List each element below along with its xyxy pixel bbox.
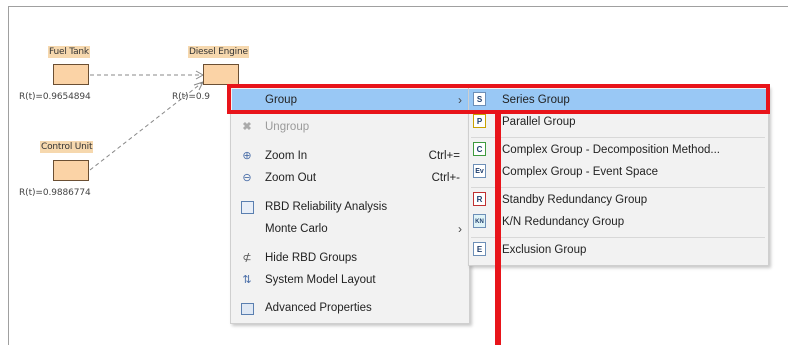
parallel-group-icon: P (473, 114, 486, 128)
menu-item-system-model-layout[interactable]: ⇅ System Model Layout (232, 269, 468, 291)
submenu-item-complex-group-decomposition[interactable]: C Complex Group - Decomposition Method..… (469, 139, 767, 161)
exclusion-group-icon: E (473, 242, 486, 256)
submenu-separator (471, 187, 765, 188)
layout-icon: ⇅ (242, 274, 252, 286)
zoom-out-icon: ⊖ (242, 172, 252, 184)
submenu-item-label: Exclusion Group (502, 244, 587, 256)
menu-item-label: Monte Carlo (265, 223, 328, 235)
menu-item-advanced-properties[interactable]: Advanced Properties (232, 297, 468, 319)
annotation-pointer-line (495, 112, 501, 345)
submenu-item-parallel-group[interactable]: P Parallel Group (469, 111, 767, 133)
submenu-item-label: Parallel Group (502, 116, 576, 128)
submenu-item-label: K/N Redundancy Group (502, 216, 625, 228)
menu-item-label: Hide RBD Groups (265, 252, 358, 264)
control-unit-block[interactable] (53, 160, 89, 181)
submenu-separator (471, 137, 765, 138)
menu-item-label: Zoom Out (265, 172, 317, 184)
menu-item-monte-carlo[interactable]: Monte Carlo › (232, 218, 468, 240)
standby-redundancy-icon: R (473, 192, 486, 206)
menu-item-label: RBD Reliability Analysis (265, 201, 388, 213)
diesel-engine-reliability: R(t)=0.9 (172, 92, 210, 102)
menu-item-label: Ungroup (265, 121, 310, 133)
control-unit-label: Control Unit (40, 141, 94, 153)
submenu-item-label: Complex Group - Decomposition Method... (502, 144, 720, 156)
menu-item-hide-rbd-groups[interactable]: ⊄ Hide RBD Groups (232, 247, 468, 269)
kn-redundancy-icon: KN (473, 214, 486, 228)
submenu-item-label: Standby Redundancy Group (502, 194, 648, 206)
diesel-engine-label: Diesel Engine (188, 46, 249, 58)
analysis-icon (241, 201, 254, 214)
menu-item-zoom-out[interactable]: ⊖ Zoom Out Ctrl+- (232, 167, 468, 189)
submenu-separator (471, 237, 765, 238)
chevron-right-icon: › (458, 222, 462, 236)
menu-item-rbd-reliability-analysis[interactable]: RBD Reliability Analysis (232, 196, 468, 218)
annotation-highlight-box (227, 84, 770, 114)
submenu-item-standby-redundancy-group[interactable]: R Standby Redundancy Group (469, 189, 767, 211)
fuel-tank-reliability: R(t)=0.9654894 (19, 92, 91, 102)
properties-icon (241, 303, 254, 315)
zoom-in-icon: ⊕ (242, 150, 252, 162)
submenu-item-label: Complex Group - Event Space (502, 166, 658, 178)
menu-item-label: Advanced Properties (265, 302, 372, 314)
fuel-tank-label: Fuel Tank (48, 46, 90, 58)
submenu-item-exclusion-group[interactable]: E Exclusion Group (469, 239, 767, 261)
close-icon: ✖ (242, 121, 252, 133)
fuel-tank-block[interactable] (53, 64, 89, 85)
menu-item-shortcut: Ctrl+= (428, 150, 460, 162)
submenu-item-complex-group-event-space[interactable]: Ev Complex Group - Event Space (469, 161, 767, 183)
menu-item-label: System Model Layout (265, 274, 376, 286)
submenu-item-kn-redundancy-group[interactable]: KN K/N Redundancy Group (469, 211, 767, 233)
menu-item-ungroup[interactable]: ✖ Ungroup (232, 116, 468, 138)
complex-group-icon: C (473, 142, 486, 156)
menu-item-zoom-in[interactable]: ⊕ Zoom In Ctrl+= (232, 145, 468, 167)
menu-item-shortcut: Ctrl+- (431, 172, 460, 184)
hide-groups-icon: ⊄ (242, 252, 252, 264)
menu-item-label: Zoom In (265, 150, 308, 162)
diesel-engine-block[interactable] (203, 64, 239, 85)
context-menu: Group › ✖ Ungroup ⊕ Zoom In Ctrl+= ⊖ Zoo… (230, 86, 470, 324)
event-space-icon: Ev (473, 164, 486, 178)
control-unit-reliability: R(t)=0.9886774 (19, 188, 91, 198)
